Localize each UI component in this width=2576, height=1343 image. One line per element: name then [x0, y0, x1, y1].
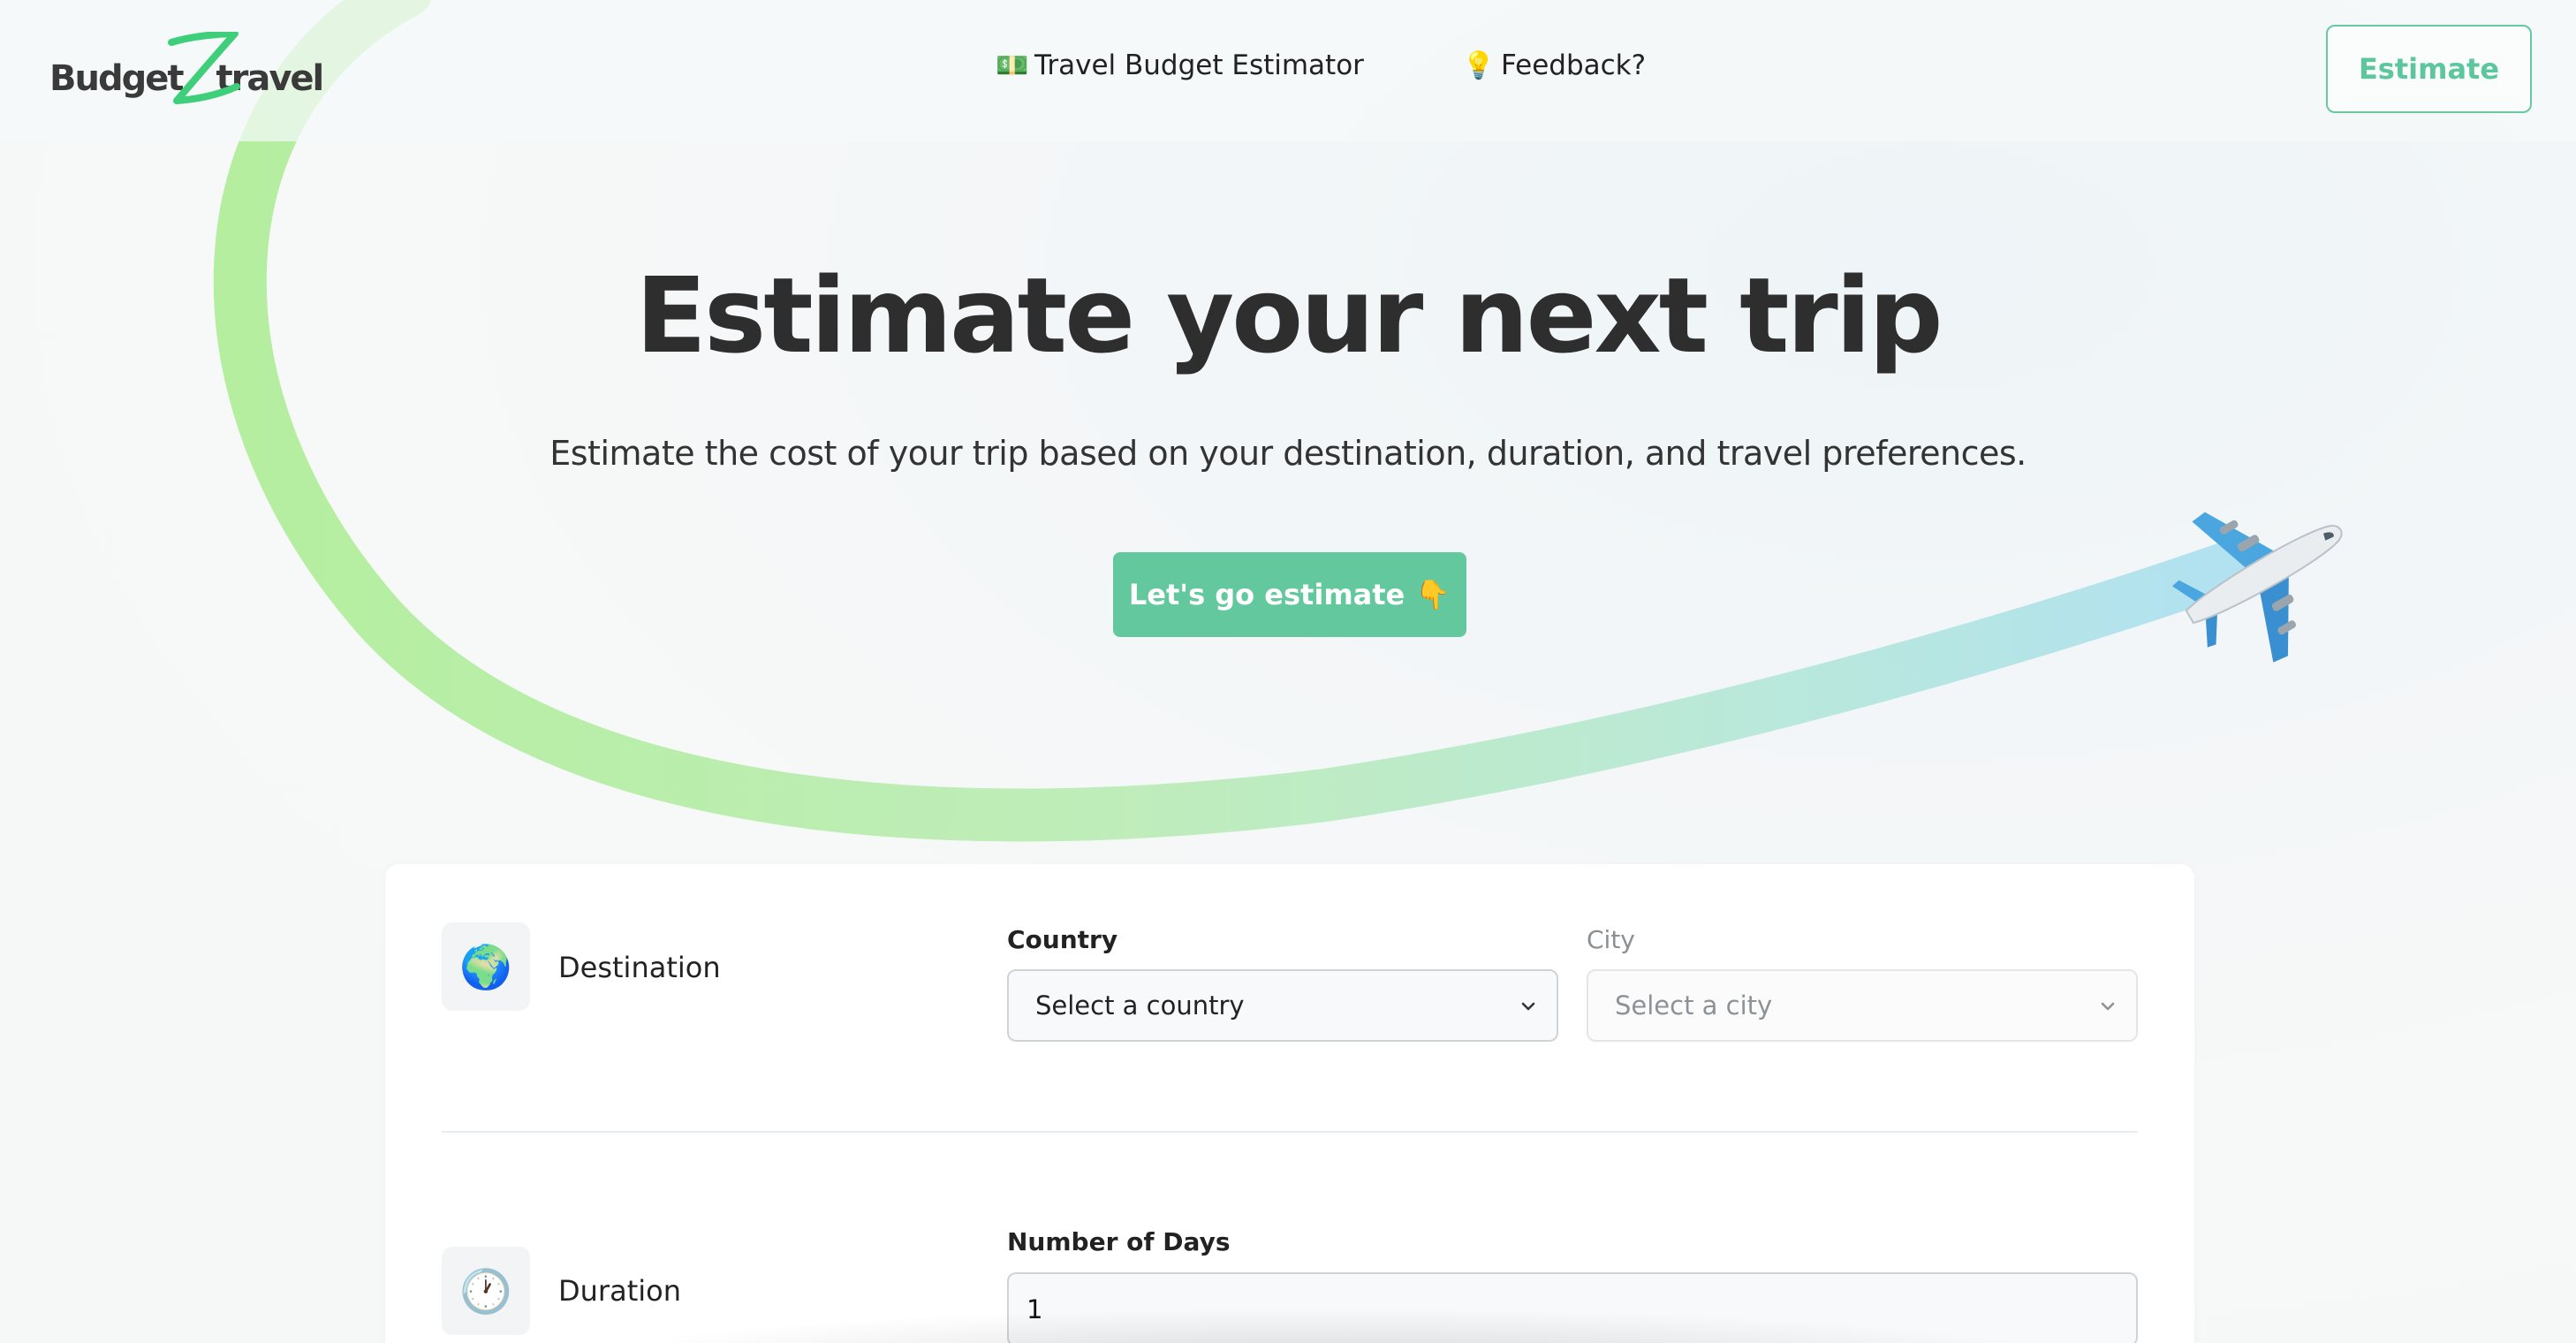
chevron-down-icon: [2101, 1002, 2115, 1011]
nav-travel-budget-estimator[interactable]: 💵 Travel Budget Estimator: [996, 49, 1364, 81]
nav-feedback[interactable]: 💡 Feedback?: [1462, 49, 1646, 81]
cta-label: Let's go estimate: [1128, 578, 1405, 611]
page-title: Estimate your next trip: [635, 254, 1943, 376]
lightbulb-icon: 💡: [1462, 49, 1496, 81]
estimate-form-card: [385, 864, 2194, 1343]
city-select-value: Select a city: [1615, 990, 1773, 1021]
destination-section-label: Destination: [558, 951, 721, 984]
airplane-icon: [2171, 512, 2343, 663]
number-of-days-label: Number of Days: [1007, 1227, 1231, 1256]
banknote-icon: 💵: [996, 49, 1029, 81]
pointing-down-icon: 👇: [1415, 578, 1451, 611]
page-subtitle: Estimate the cost of your trip based on …: [549, 434, 2027, 473]
number-of-days-input[interactable]: 1: [1007, 1272, 2138, 1343]
globe-icon: 🌍: [442, 922, 530, 1011]
top-navbar: Budget travel 💵 Travel Budget Estimator 💡…: [0, 0, 2576, 141]
nav-label: Travel Budget Estimator: [1034, 49, 1364, 81]
city-select[interactable]: Select a city: [1587, 969, 2138, 1042]
page: Budget travel 💵 Travel Budget Estimator 💡…: [0, 0, 2576, 1343]
country-select[interactable]: Select a country: [1007, 969, 1558, 1042]
duration-section-label: Duration: [558, 1274, 681, 1308]
country-field-label: Country: [1007, 925, 1118, 954]
city-field-label: City: [1587, 925, 1635, 954]
estimate-button[interactable]: Estimate: [2326, 25, 2532, 113]
brand-logo[interactable]: Budget travel: [49, 32, 324, 108]
chevron-down-icon: [1521, 1002, 1535, 1011]
country-select-value: Select a country: [1035, 990, 1245, 1021]
logo-2-mark: [168, 32, 240, 104]
number-of-days-value: 1: [1027, 1294, 1043, 1324]
section-divider: [442, 1131, 2138, 1133]
lets-go-estimate-button[interactable]: Let's go estimate 👇: [1113, 552, 1466, 637]
clock-icon: 🕐: [442, 1247, 530, 1335]
nav-label: Feedback?: [1501, 49, 1647, 81]
